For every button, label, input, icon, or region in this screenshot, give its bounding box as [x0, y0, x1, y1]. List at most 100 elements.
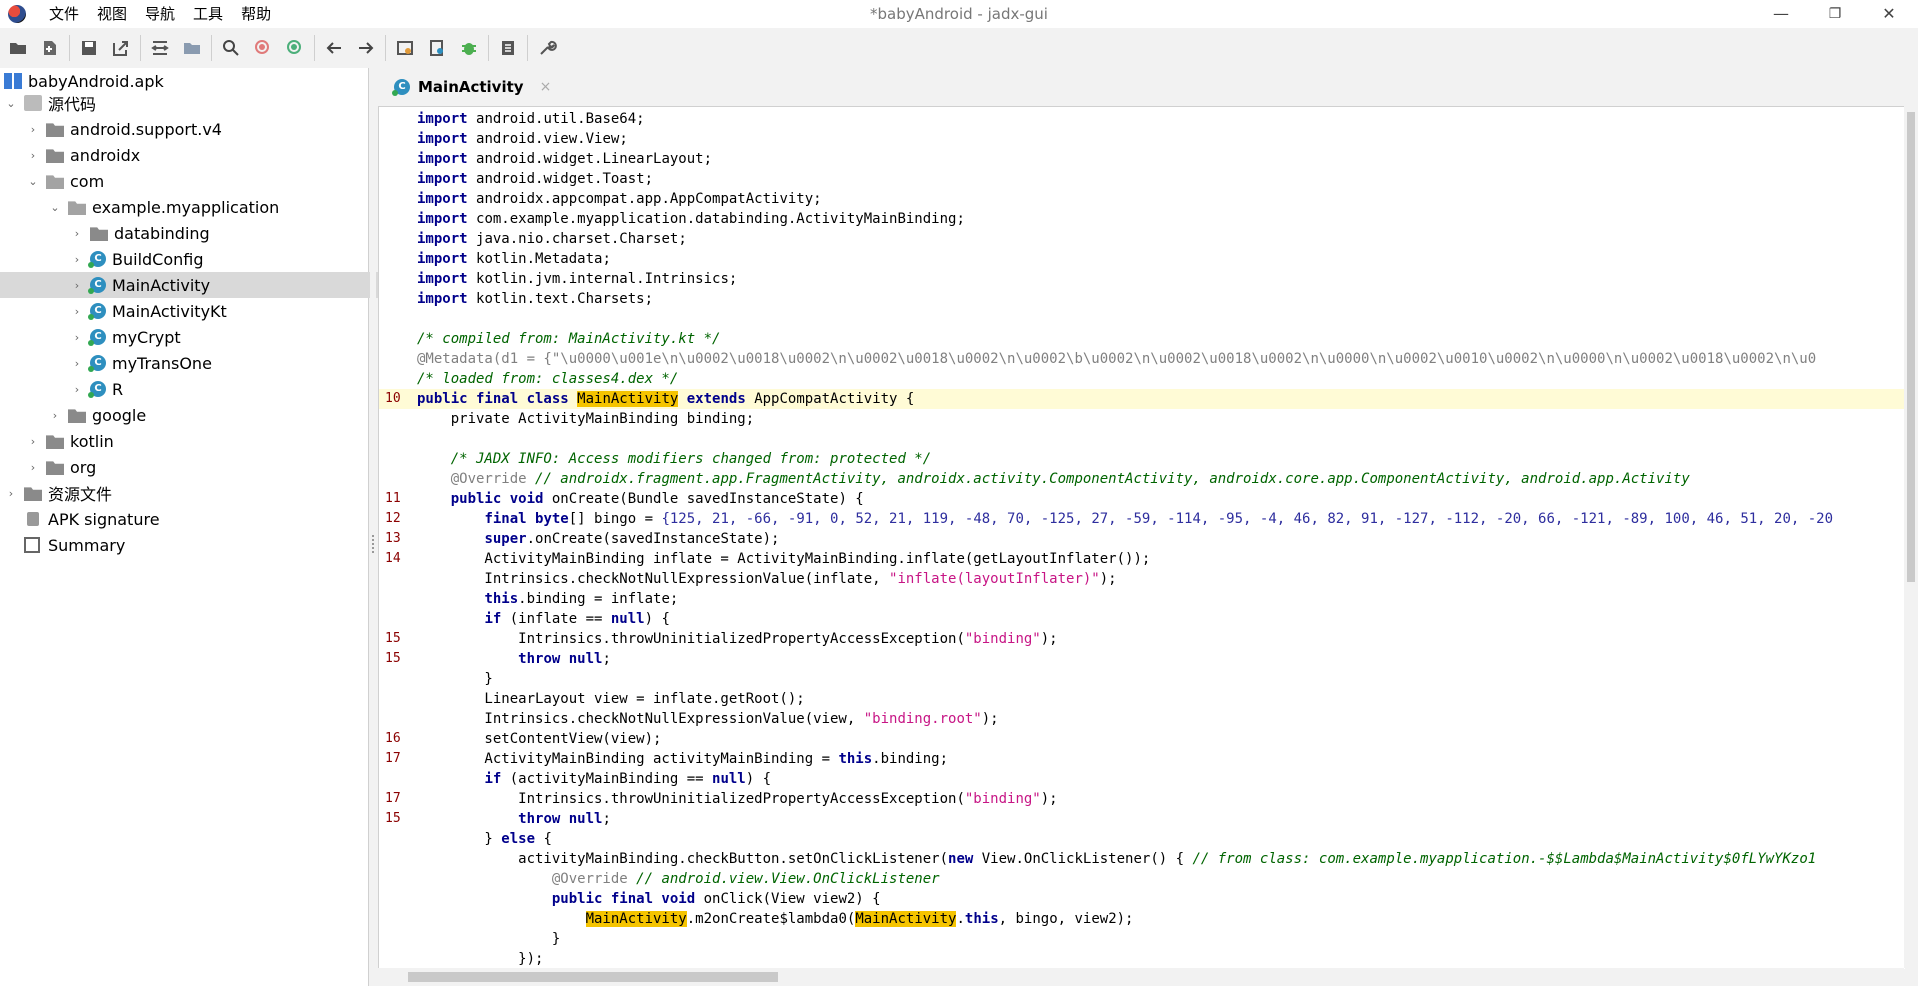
- code-line: import java.nio.charset.Charset;: [417, 231, 687, 247]
- search-usage-icon[interactable]: [279, 32, 311, 64]
- chevron-right-icon[interactable]: ›: [26, 435, 40, 448]
- tree-label: myCrypt: [112, 327, 181, 347]
- string-literal: "binding": [964, 791, 1041, 807]
- tree-label: databinding: [114, 223, 210, 243]
- code-line: 17 Intrinsics.throwUninitializedProperty…: [385, 791, 1058, 807]
- panel-splitter[interactable]: [370, 68, 376, 986]
- folder-icon: [24, 487, 42, 501]
- tree-item-summary[interactable]: Summary: [0, 532, 392, 558]
- menu-file[interactable]: 文件: [40, 0, 88, 28]
- deobfuscation-icon[interactable]: [389, 32, 421, 64]
- open-file-icon[interactable]: [2, 32, 34, 64]
- tree-item-apk-signature[interactable]: APK signature: [0, 506, 392, 532]
- menu-help[interactable]: 帮助: [232, 0, 280, 28]
- chevron-right-icon[interactable]: ›: [26, 149, 40, 162]
- tree-item-org[interactable]: › org: [0, 454, 394, 480]
- folder-icon: [46, 435, 64, 449]
- forward-icon[interactable]: [350, 32, 382, 64]
- menu-tools[interactable]: 工具: [184, 0, 232, 28]
- chevron-right-icon[interactable]: ›: [70, 357, 84, 370]
- tree-item-google[interactable]: › google: [0, 402, 416, 428]
- string-literal: "binding": [964, 631, 1041, 647]
- code-line: activityMainBinding.checkButton.setOnCli…: [417, 851, 1817, 867]
- scrollbar-thumb[interactable]: [1907, 112, 1915, 582]
- chevron-down-icon[interactable]: ⌄: [26, 175, 40, 188]
- menu-navigation[interactable]: 导航: [136, 0, 184, 28]
- apk-icon: [4, 73, 22, 89]
- summary-icon: [24, 537, 40, 553]
- log-icon[interactable]: [492, 32, 524, 64]
- chevron-right-icon[interactable]: ›: [26, 123, 40, 136]
- tree-item-source[interactable]: ⌄ 源代码: [0, 90, 372, 116]
- chevron-right-icon[interactable]: ›: [26, 461, 40, 474]
- comment-compiled-from: /* compiled from: MainActivity.kt */: [417, 331, 721, 347]
- scrollbar-thumb[interactable]: [408, 972, 778, 982]
- toolbar-separator: [211, 35, 212, 61]
- chevron-down-icon[interactable]: ⌄: [48, 201, 62, 214]
- toolbar-separator: [385, 35, 386, 61]
- chevron-right-icon[interactable]: ›: [70, 279, 84, 292]
- import-path: android.view.View: [476, 131, 620, 147]
- tab-mainactivity[interactable]: C MainActivity ×: [386, 71, 559, 103]
- tree-item-com[interactable]: ⌄ com: [0, 168, 394, 194]
- chevron-right-icon[interactable]: ›: [4, 487, 18, 500]
- vertical-scrollbar[interactable]: [1904, 106, 1918, 968]
- folder-icon: [68, 409, 86, 423]
- code-line: 15 throw null;: [385, 651, 611, 667]
- tree-label: MainActivityKt: [112, 301, 227, 321]
- code-line: }: [417, 671, 493, 687]
- search-icon[interactable]: [215, 32, 247, 64]
- import-path: android.widget.Toast: [476, 171, 645, 187]
- close-window-button[interactable]: ✕: [1862, 0, 1916, 28]
- splitter-grip-icon[interactable]: [372, 535, 376, 553]
- search-class-icon[interactable]: [247, 32, 279, 64]
- tree-item-androidx[interactable]: › androidx: [0, 142, 394, 168]
- horizontal-scrollbar[interactable]: [378, 968, 1904, 986]
- code-line: public final void onClick(View view2) {: [551, 891, 881, 907]
- line-number: 11: [385, 491, 401, 506]
- string-literal: "inflate(layoutInflater)": [889, 571, 1100, 587]
- restore-button[interactable]: ❐: [1808, 0, 1862, 28]
- chevron-right-icon[interactable]: ›: [70, 383, 84, 396]
- tree-label: babyAndroid.apk: [28, 71, 164, 91]
- debug-icon[interactable]: [453, 32, 485, 64]
- code-line: 11 public void onCreate(Bundle savedInst…: [385, 491, 864, 507]
- settings-icon[interactable]: [531, 32, 563, 64]
- code-line: import com.example.myapplication.databin…: [417, 211, 965, 227]
- code-line: @Metadata(d1 = {"\u0000\u001e\n\u0002\u0…: [379, 349, 1905, 369]
- project-tree: babyAndroid.apk ⌄ 源代码 › android.support.…: [0, 68, 438, 986]
- import-path: androidx.appcompat.app.AppCompatActivity: [476, 191, 814, 207]
- close-tab-icon[interactable]: ×: [540, 79, 552, 95]
- code-line: 13 super.onCreate(savedInstanceState);: [385, 531, 780, 547]
- minimize-button[interactable]: —: [1754, 0, 1808, 28]
- add-files-icon[interactable]: [34, 32, 66, 64]
- menu-view[interactable]: 视图: [88, 0, 136, 28]
- class-icon: C: [88, 277, 106, 294]
- package-icon: [24, 95, 42, 111]
- code-editor[interactable]: import android.util.Base64; import andro…: [378, 106, 1905, 969]
- back-icon[interactable]: [318, 32, 350, 64]
- tree-item-android-support[interactable]: › android.support.v4: [0, 116, 394, 142]
- tree-label: APK signature: [48, 509, 160, 529]
- folder-icon[interactable]: [176, 32, 208, 64]
- tree-item-kotlin[interactable]: › kotlin: [0, 428, 394, 454]
- sync-icon[interactable]: [144, 32, 176, 64]
- chevron-down-icon[interactable]: ⌄: [4, 97, 18, 110]
- tree-item-resources[interactable]: › 资源文件: [0, 480, 372, 506]
- tree-label: 源代码: [48, 95, 97, 114]
- save-icon[interactable]: [73, 32, 105, 64]
- chevron-right-icon[interactable]: ›: [70, 305, 84, 318]
- code-line: /* loaded from: classes4.dex */: [379, 369, 1905, 389]
- comment-loaded-from: /* loaded from: classes4.dex */: [417, 371, 679, 387]
- export-icon[interactable]: [105, 32, 137, 64]
- code-line: 17 ActivityMainBinding activityMainBindi…: [385, 751, 949, 767]
- chevron-right-icon[interactable]: ›: [48, 409, 62, 422]
- quark-icon[interactable]: [421, 32, 453, 64]
- tree-item-example-myapplication[interactable]: ⌄ example.myapplication: [0, 194, 416, 220]
- chevron-right-icon[interactable]: ›: [70, 227, 84, 240]
- code-line: LinearLayout view = inflate.getRoot();: [417, 691, 805, 707]
- chevron-right-icon[interactable]: ›: [70, 331, 84, 344]
- jadx-logo-icon: [8, 5, 26, 23]
- chevron-right-icon[interactable]: ›: [70, 253, 84, 266]
- tree-label: org: [70, 457, 97, 477]
